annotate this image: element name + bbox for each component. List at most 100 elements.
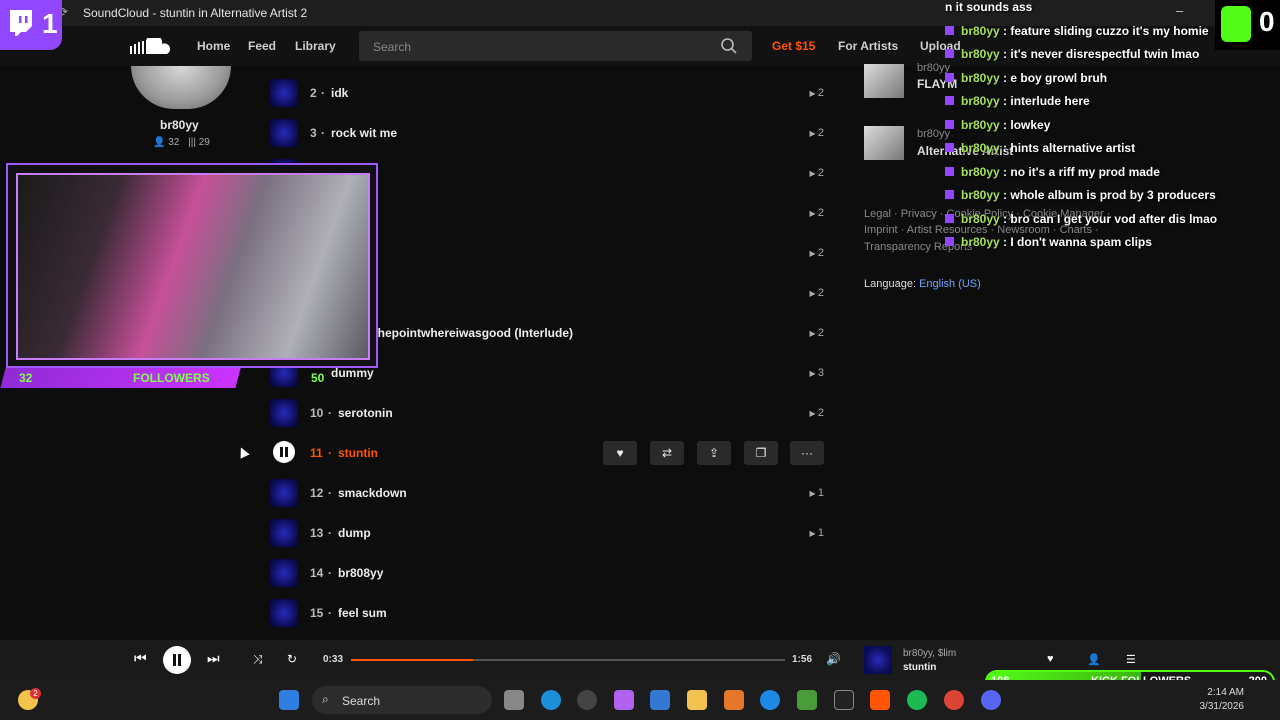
kick-logo-icon: 0 (1215, 0, 1280, 50)
soundcloud-app-icon[interactable] (870, 690, 890, 710)
track-separator: · (321, 86, 325, 100)
taskbar-clock[interactable]: 2:14 AM 3/31/2026 (1198, 686, 1245, 714)
nav-library[interactable]: Library (295, 39, 336, 53)
track-play-count: ▶ 1 (810, 487, 825, 499)
search-input[interactable]: Search (359, 31, 752, 61)
profile-username[interactable]: br80yy (160, 118, 199, 132)
task-view-icon[interactable] (504, 690, 524, 710)
progress-fill (351, 659, 473, 661)
discord-icon[interactable] (981, 690, 1001, 710)
previous-icon[interactable]: ⏮ (134, 650, 147, 667)
track-title[interactable]: br808yy (338, 566, 383, 580)
play-count-icon: ▶ (809, 169, 818, 178)
play-count-value: 2 (817, 247, 824, 259)
edge-icon[interactable] (541, 690, 561, 710)
progress-bar[interactable] (351, 659, 785, 661)
app-icon[interactable] (577, 690, 597, 710)
play-count-value: 2 (817, 327, 824, 339)
play-count-icon: ▶ (809, 209, 818, 218)
fl-studio-icon[interactable] (724, 690, 744, 710)
track-row[interactable]: 15 feel sum · (270, 599, 830, 629)
track-row[interactable]: 14 br808yy · (270, 559, 830, 589)
track-artwork[interactable] (270, 479, 298, 507)
track-row[interactable]: 2 idk · ▶ 2 (270, 79, 830, 109)
follow-icon[interactable]: 👤 (1087, 653, 1101, 666)
track-title[interactable]: rock wit me (331, 126, 397, 140)
queue-icon[interactable]: ☰ (1126, 653, 1136, 666)
track-row[interactable]: 13 dump · ▶ 1 (270, 519, 830, 549)
track-row[interactable]: 3 rock wit me · ▶ 2 (270, 119, 830, 149)
play-count-value: 2 (817, 287, 824, 299)
track-play-count: ▶ 2 (810, 127, 825, 139)
nav-feed[interactable]: Feed (248, 39, 276, 53)
track-artwork[interactable] (270, 399, 298, 427)
get-15-link[interactable]: Get $15 (772, 39, 815, 53)
language-link[interactable]: English (US) (919, 278, 981, 290)
minecraft-icon[interactable] (797, 690, 817, 710)
track-artwork[interactable] (270, 559, 298, 587)
track-play-count: ▶ 2 (810, 327, 825, 339)
track-title[interactable]: smackdown (338, 486, 407, 500)
weather-badge: 2 (30, 688, 41, 699)
windows-start-icon[interactable] (279, 690, 299, 710)
taskbar-search[interactable]: ⌕ Search (312, 686, 492, 714)
epic-games-icon[interactable] (834, 690, 854, 710)
like-button[interactable]: ♥ (603, 441, 637, 465)
for-artists-link[interactable]: For Artists (838, 39, 898, 53)
chat-username: br80yy (961, 70, 1000, 85)
chat-username: br80yy (961, 47, 1000, 61)
track-artwork[interactable] (270, 119, 298, 147)
nav-home[interactable]: Home (197, 39, 230, 53)
track-pause-button[interactable] (273, 441, 295, 463)
track-title[interactable]: dump (338, 526, 371, 540)
track-artwork[interactable] (270, 79, 298, 107)
minimize-icon[interactable]: – (1176, 3, 1183, 18)
chrome-icon[interactable] (944, 690, 964, 710)
track-row[interactable]: 12 smackdown · ▶ 1 (270, 479, 830, 509)
chat-message: n it sounds ass (945, 0, 1032, 14)
twitch-count: 1 (42, 8, 58, 39)
track-title[interactable]: idk (331, 86, 348, 100)
track-title[interactable]: feel sum (338, 606, 387, 620)
next-icon[interactable]: ⏭ (207, 650, 220, 667)
now-playing-title[interactable]: stuntin (903, 662, 936, 673)
file-explorer-icon[interactable] (687, 690, 707, 710)
copy-link-button[interactable]: ❐ (744, 441, 778, 465)
spotify-icon[interactable] (907, 690, 927, 710)
search-icon[interactable] (720, 37, 738, 55)
play-count-icon: ▶ (809, 529, 818, 538)
play-pause-button[interactable] (163, 646, 191, 674)
soundcloud-logo-icon[interactable] (130, 38, 172, 54)
sidebar-card-2-artwork[interactable] (864, 126, 904, 160)
store-icon[interactable] (650, 690, 670, 710)
now-playing-artwork[interactable] (864, 646, 892, 674)
chat-text: interlude here (1010, 94, 1090, 108)
track-row[interactable]: 10 serotonin · ▶ 2 (270, 399, 830, 429)
volume-icon[interactable]: 🔊 (826, 652, 841, 666)
app-icon-2[interactable] (760, 690, 780, 710)
track-title[interactable]: stuntin (338, 446, 378, 460)
chat-badge-icon (945, 96, 954, 105)
copilot-icon[interactable] (614, 690, 634, 710)
window-title: SoundCloud - stuntin in Alternative Arti… (83, 6, 308, 20)
track-title[interactable]: dummy (331, 366, 374, 380)
repeat-icon[interactable]: ↻ (287, 652, 297, 666)
now-playing-artist[interactable]: br80yy, $lim (903, 648, 956, 659)
search-placeholder: Search (373, 40, 412, 54)
chat-username: br80yy (961, 164, 1000, 179)
repost-button[interactable]: ⇄ (650, 441, 684, 465)
shuffle-icon[interactable]: ⤨ (253, 652, 263, 667)
track-separator: · (328, 486, 332, 500)
track-artwork[interactable] (270, 599, 298, 627)
share-button[interactable]: ⇪ (697, 441, 731, 465)
chat-message: br80yy : bro can I get your vod after di… (945, 212, 1217, 226)
like-icon[interactable]: ♥ (1047, 653, 1054, 665)
tracks-count: 29 (198, 137, 210, 148)
more-button[interactable]: ··· (790, 441, 824, 465)
track-artwork[interactable] (270, 519, 298, 547)
track-title[interactable]: serotonin (338, 406, 393, 420)
sidebar-card-1-artwork[interactable] (864, 64, 904, 98)
track-play-count: ▶ 2 (810, 247, 825, 259)
track-separator: · (328, 446, 332, 460)
chat-username: br80yy (961, 23, 1000, 38)
